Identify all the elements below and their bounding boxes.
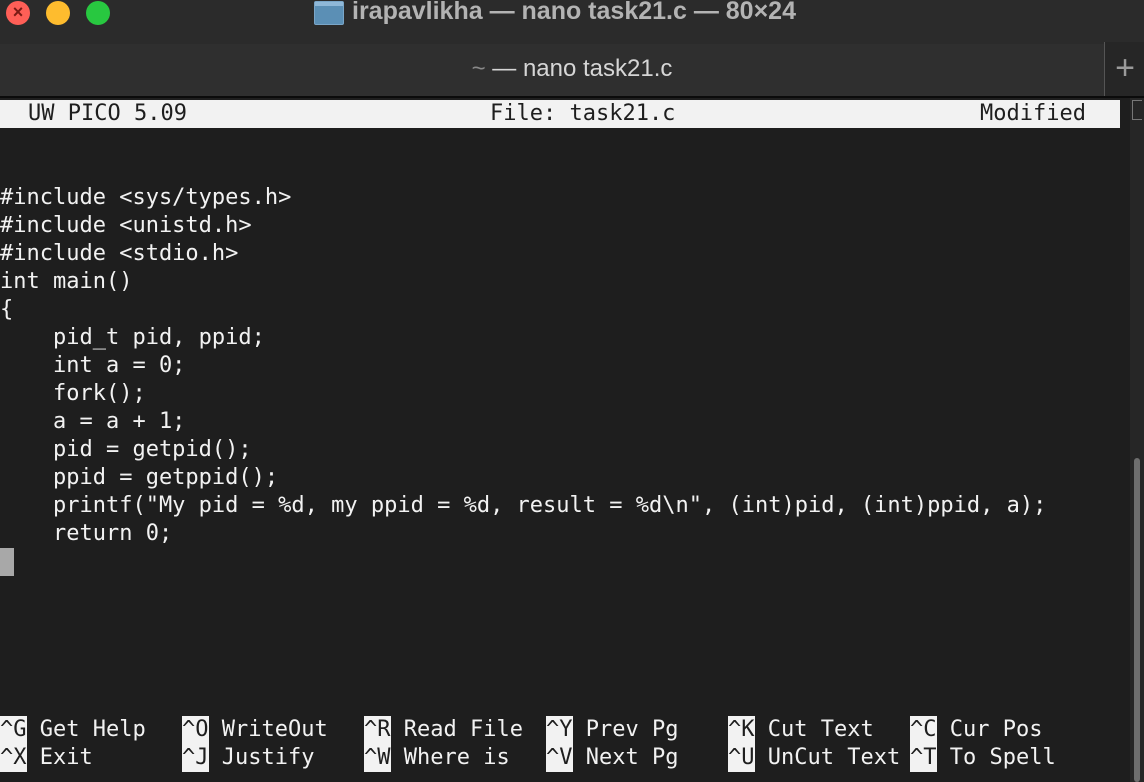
- shortcut-label: To Spell: [936, 745, 1056, 770]
- code-line: #include <sys/types.h>: [0, 185, 292, 210]
- shortcut-key: ^O: [182, 716, 209, 744]
- shortcut-key: ^R: [364, 716, 391, 744]
- shortcut-item: ^U UnCut Text: [728, 744, 900, 772]
- shortcut-item: ^C Cur Pos: [910, 716, 1042, 744]
- nano-file-name: File: task21.c: [490, 101, 676, 126]
- shortcut-label: Prev Pg: [572, 717, 679, 742]
- shortcut-item: ^Y Prev Pg: [546, 716, 678, 744]
- shortcut-label: Exit: [26, 745, 93, 770]
- shortcut-item: ^V Next Pg: [546, 744, 678, 772]
- shortcut-key: ^W: [364, 744, 391, 772]
- code-line: pid_t pid, ppid;: [0, 325, 265, 350]
- code-line: return 0;: [0, 521, 173, 546]
- plus-icon: +: [1115, 49, 1135, 87]
- code-editor[interactable]: #include <sys/types.h> #include <unistd.h…: [0, 156, 1046, 576]
- code-line: printf("My pid = %d, my ppid = %d, resul…: [0, 493, 1047, 518]
- shortcut-label: UnCut Text: [754, 745, 901, 770]
- minimize-window-button[interactable]: [46, 1, 70, 25]
- close-window-button[interactable]: ×: [6, 1, 30, 25]
- tab-bar: ~ — nano task21.c +: [0, 42, 1144, 96]
- shortcut-item: ^G Get Help: [0, 716, 146, 744]
- shortcut-item: ^K Cut Text: [728, 716, 874, 744]
- tab-title: — nano task21.c: [485, 55, 673, 82]
- shortcut-key: ^U: [728, 744, 755, 772]
- shortcut-key: ^Y: [546, 716, 573, 744]
- tab-current[interactable]: ~ — nano task21.c: [0, 44, 1144, 94]
- code-line: int a = 0;: [0, 353, 186, 378]
- vertical-scrollbar[interactable]: [1130, 98, 1144, 782]
- code-line: #include <unistd.h>: [0, 213, 252, 238]
- code-line: ppid = getppid();: [0, 465, 279, 490]
- code-line: #include <stdio.h>: [0, 241, 239, 266]
- code-line: int main(): [0, 269, 133, 294]
- code-line: a = a + 1;: [0, 409, 186, 434]
- shortcut-item: ^W Where is: [364, 744, 510, 772]
- shortcut-key: ^G: [0, 716, 27, 744]
- new-tab-button[interactable]: +: [1104, 42, 1144, 96]
- window-titlebar: × irapavlikha — nano task21.c — 80×24: [0, 0, 1144, 44]
- folder-icon: [314, 1, 344, 25]
- maximize-window-button[interactable]: [86, 1, 110, 25]
- shortcut-label: Cur Pos: [936, 717, 1043, 742]
- shortcut-item: ^R Read File: [364, 716, 523, 744]
- shortcut-key: ^K: [728, 716, 755, 744]
- shortcut-bar: ^G Get Help ^O WriteOut ^R Read File ^Y Pre…: [0, 716, 1126, 772]
- window-title: irapavlikha — nano task21.c — 80×24: [352, 0, 796, 25]
- shortcut-label: Next Pg: [572, 745, 679, 770]
- shortcut-key: ^T: [910, 744, 937, 772]
- shortcut-label: Read File: [390, 717, 523, 742]
- shortcut-key: ^C: [910, 716, 937, 744]
- nano-header-bar: UW PICO 5.09 File: task21.c Modified: [0, 100, 1120, 128]
- shortcut-label: Cut Text: [754, 717, 874, 742]
- text-cursor: [0, 548, 14, 576]
- shortcut-item: ^J Justify: [182, 744, 314, 772]
- code-line: pid = getpid();: [0, 437, 252, 462]
- shortcut-item: ^X Exit: [0, 744, 93, 772]
- scrollbar-thumb[interactable]: [1134, 458, 1140, 782]
- scroll-marker-icon: [1132, 100, 1142, 120]
- shortcut-key: ^J: [182, 744, 209, 772]
- shortcut-item: ^O WriteOut: [182, 716, 328, 744]
- tab-home-label: ~: [471, 55, 486, 82]
- terminal-view[interactable]: UW PICO 5.09 File: task21.c Modified #in…: [0, 98, 1126, 782]
- nano-status: Modified: [980, 101, 1086, 126]
- shortcut-label: Justify: [208, 745, 315, 770]
- code-line: {: [0, 297, 14, 322]
- shortcut-label: WriteOut: [208, 717, 328, 742]
- nano-version: UW PICO 5.09: [28, 101, 187, 126]
- shortcut-label: Get Help: [26, 717, 146, 742]
- code-line: }: [0, 548, 1046, 576]
- shortcut-key: ^X: [0, 744, 27, 772]
- shortcut-label: Where is: [390, 745, 510, 770]
- shortcut-key: ^V: [546, 744, 573, 772]
- code-line: fork();: [0, 381, 146, 406]
- shortcut-item: ^T To Spell: [910, 744, 1056, 772]
- close-icon: ×: [12, 2, 24, 22]
